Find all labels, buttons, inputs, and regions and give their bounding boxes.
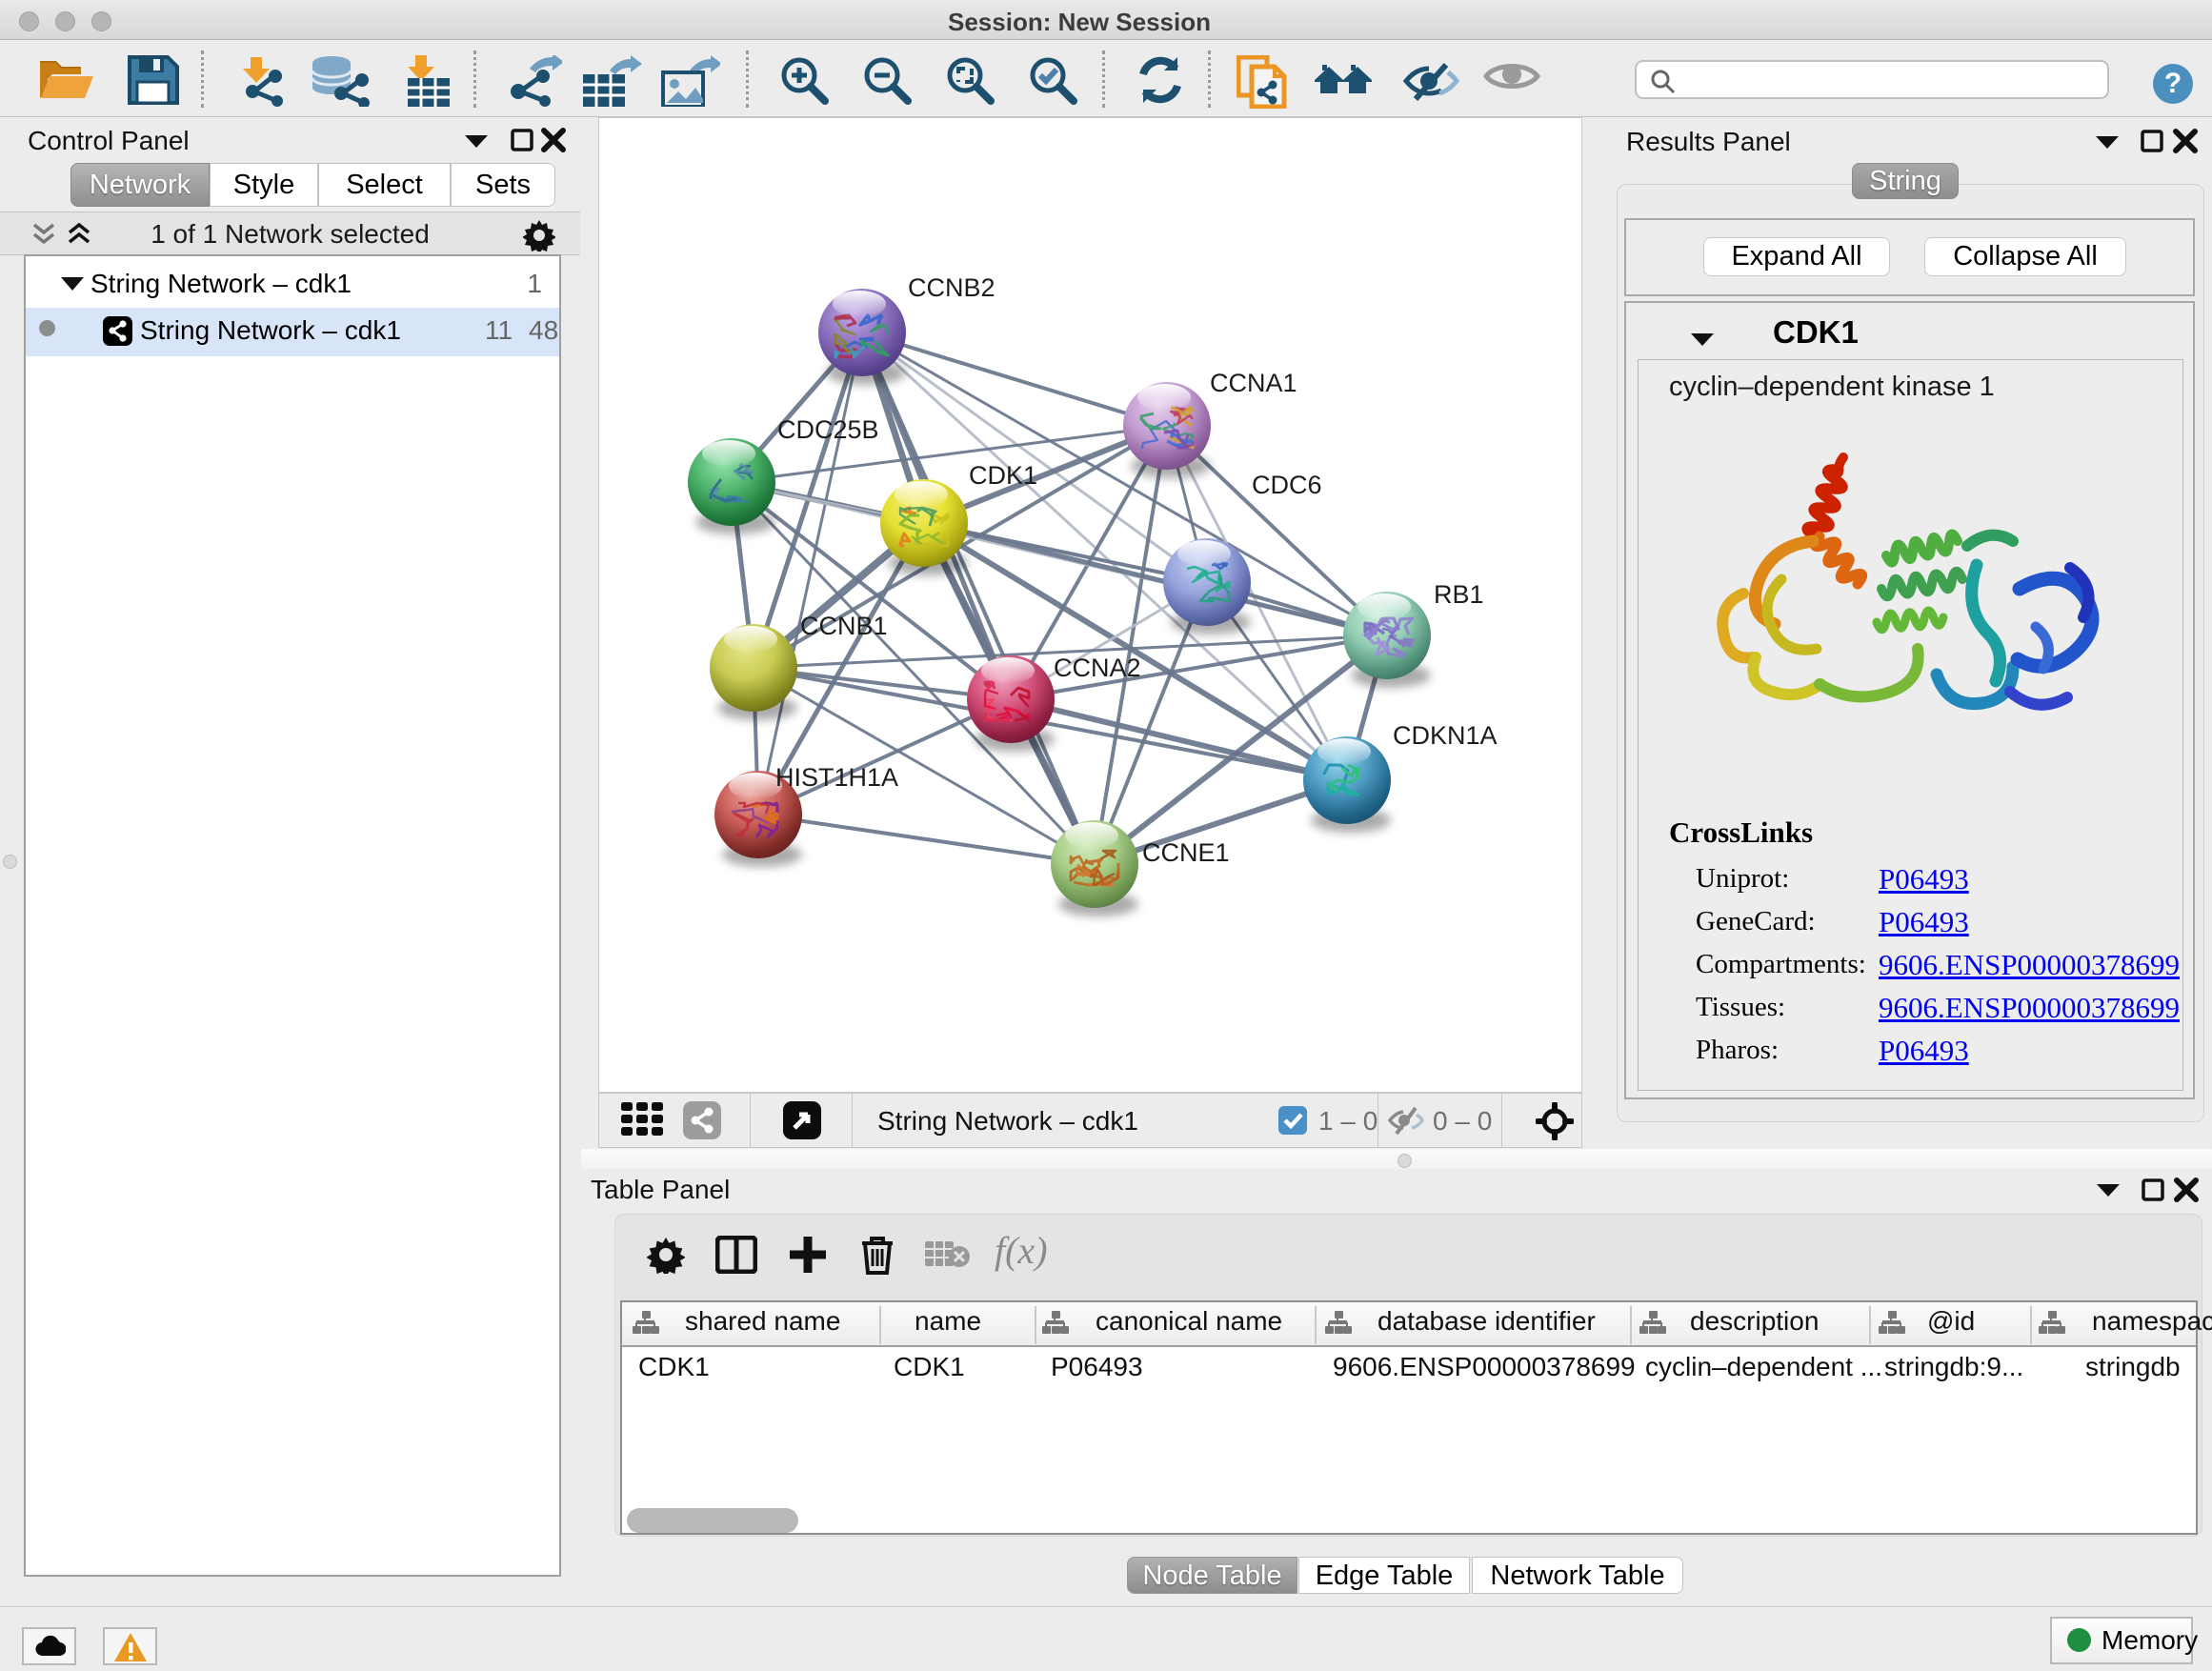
svg-text:CCNE1: CCNE1 — [1142, 838, 1230, 867]
svg-text:CCNA1: CCNA1 — [1210, 369, 1297, 397]
svg-text:CCNA2: CCNA2 — [1054, 654, 1141, 682]
svg-text:HIST1H1A: HIST1H1A — [775, 763, 898, 792]
svg-text:CDKN1A: CDKN1A — [1393, 721, 1498, 750]
svg-text:CDC25B: CDC25B — [777, 415, 879, 444]
svg-text:CCNB1: CCNB1 — [800, 612, 888, 640]
svg-text:CDC6: CDC6 — [1252, 471, 1322, 499]
svg-text:RB1: RB1 — [1434, 580, 1484, 609]
svg-text:?: ? — [2164, 68, 2182, 99]
svg-text:CDK1: CDK1 — [969, 461, 1037, 490]
svg-text:CCNB2: CCNB2 — [908, 273, 995, 302]
